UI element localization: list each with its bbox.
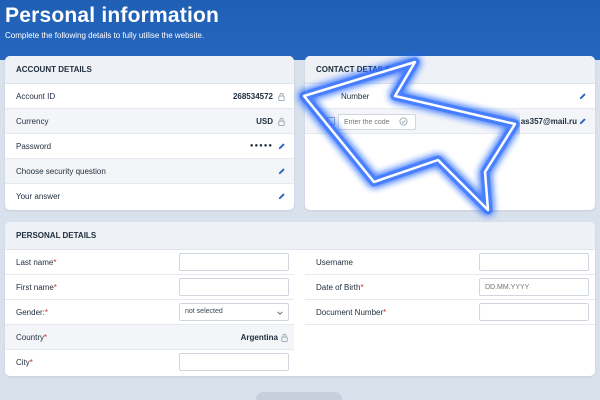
account-id-row: Account ID 268534572 [5,84,294,109]
first-name-row: First name* [5,275,294,300]
currency-label: Currency [16,116,49,126]
document-number-label: Document Number [316,307,384,317]
save-button[interactable] [256,392,342,400]
gender-select[interactable]: not selected [179,303,289,321]
country-row: Country* Argentina [5,325,294,350]
dob-label: Date of Birth [316,282,361,292]
currency-value: USD [256,116,273,126]
pencil-icon[interactable] [277,192,286,201]
city-label: City [16,358,30,367]
check-circle-icon[interactable] [399,117,408,126]
contact-details-card: CONTACT DETAILS Number as357@mail.ru [305,56,595,210]
page-header: Personal information Complete the follow… [5,4,595,60]
lock-icon [277,92,286,101]
lock-icon [277,117,286,126]
gender-label: Gender: [16,307,45,317]
email-value: as357@mail.ru [520,117,577,126]
last-name-input[interactable] [179,253,289,271]
city-row: City* [5,350,294,375]
password-row: Password ●●●●● [5,134,294,159]
your-answer-row: Your answer [5,184,294,209]
dob-row: Date of Birth* [305,275,595,300]
contact-details-title: CONTACT DETAILS [305,56,595,84]
phone-number-label: Number [341,92,370,101]
first-name-input[interactable] [179,278,289,296]
email-checkbox[interactable] [327,117,335,125]
username-input[interactable] [479,253,589,271]
account-id-value: 268534572 [232,91,273,101]
gender-selected-value: not selected [185,308,223,315]
email-row: as357@mail.ru [305,109,595,134]
lock-icon [280,333,289,342]
document-number-row: Document Number* [305,300,595,325]
personal-details-title: PERSONAL DETAILS [5,222,595,250]
page-subtitle: Complete the following details to fully … [5,31,205,40]
phone-row: Number [305,84,595,109]
account-details-card: ACCOUNT DETAILS Account ID 268534572 Cur… [5,56,294,210]
pencil-icon[interactable] [277,167,286,176]
dob-input[interactable] [479,278,589,296]
city-input[interactable] [179,353,289,371]
password-value: ●●●●● [249,143,273,149]
currency-row: Currency USD [5,109,294,134]
page-title: Personal information [5,4,220,27]
pencil-icon[interactable] [578,117,587,126]
username-row: Username [305,250,595,275]
country-label: Country [16,332,45,342]
account-details-title: ACCOUNT DETAILS [5,56,294,84]
security-question-label: Choose security question [16,166,106,176]
security-question-row: Choose security question [5,159,294,184]
last-name-label: Last name [16,257,54,267]
chevron-down-icon [276,308,284,316]
account-id-label: Account ID [16,91,56,101]
last-name-row: Last name* [5,250,294,275]
document-number-input[interactable] [479,303,589,321]
personal-details-card: PERSONAL DETAILS Last name* First name* … [5,222,595,376]
country-value: Argentina [240,333,278,342]
first-name-label: First name [16,282,54,292]
gender-row: Gender:* not selected [5,300,294,325]
pencil-icon[interactable] [277,142,286,151]
pencil-icon[interactable] [578,92,587,101]
password-label: Password [16,141,52,151]
your-answer-label: Your answer [16,192,61,201]
